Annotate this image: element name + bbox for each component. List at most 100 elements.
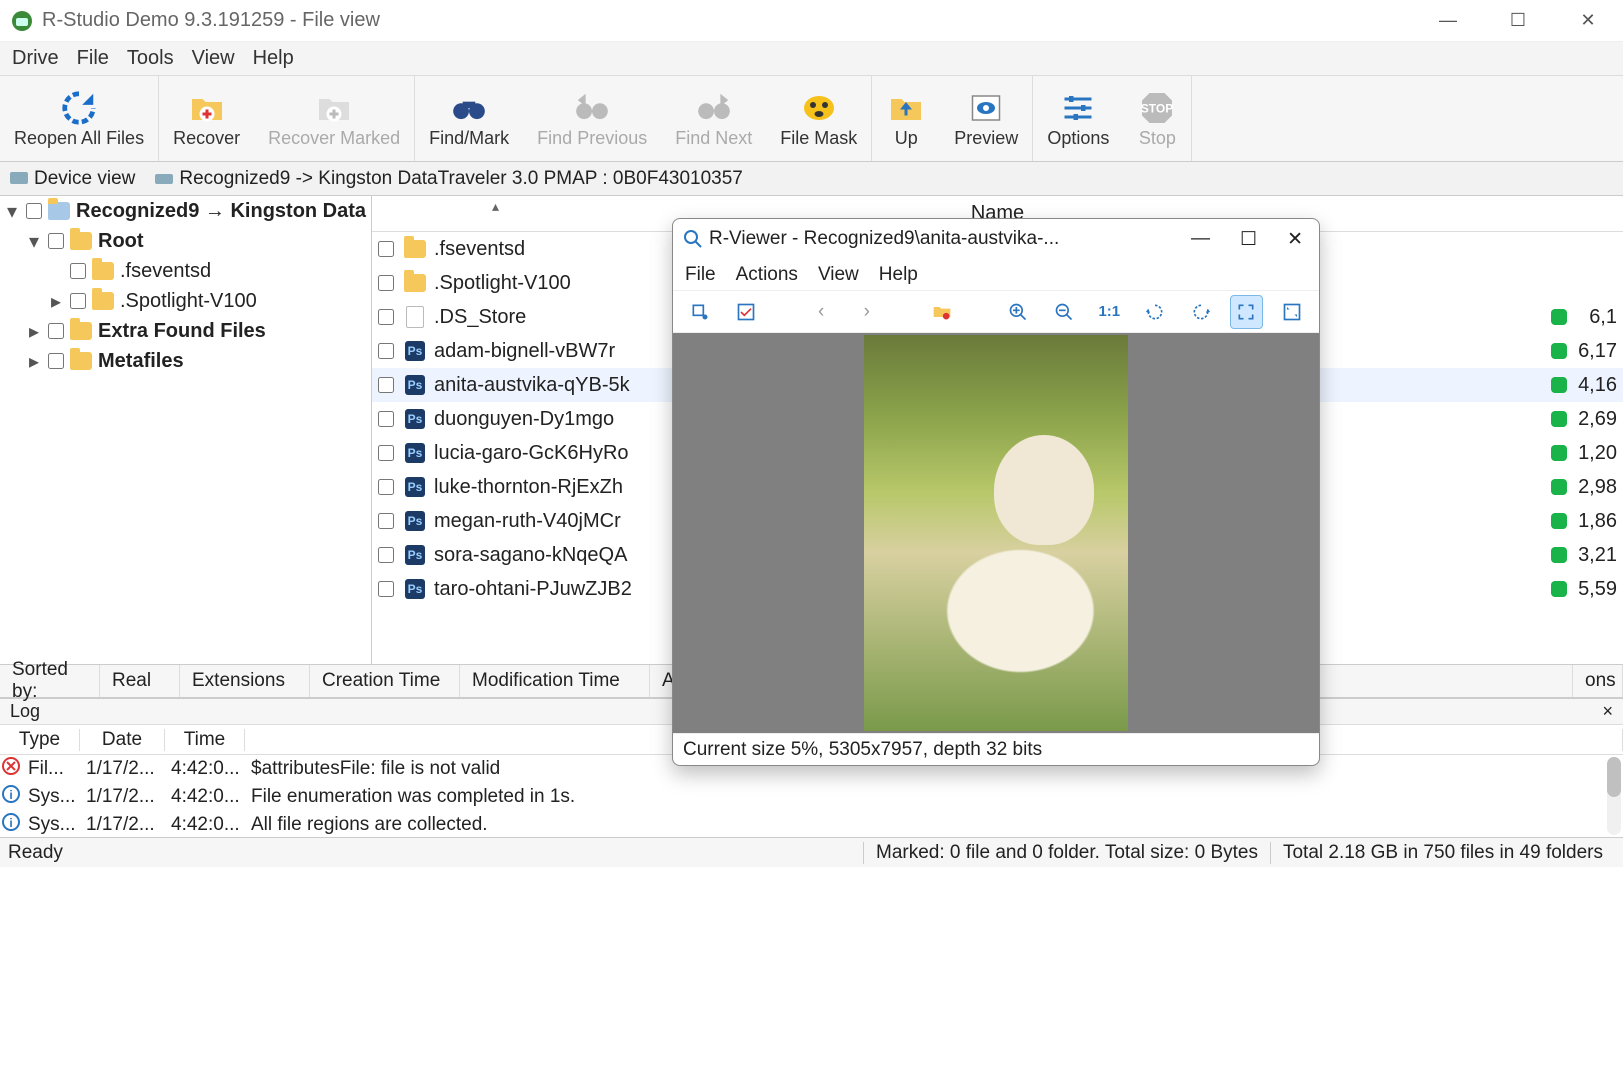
menu-help[interactable]: Help xyxy=(253,47,294,70)
maximize-button[interactable]: ☐ xyxy=(1503,10,1533,31)
file-size: 2,69 xyxy=(1573,408,1623,431)
minimize-button[interactable]: — xyxy=(1433,10,1463,31)
up-button[interactable]: Up xyxy=(872,76,940,161)
tree-checkbox[interactable] xyxy=(48,353,64,369)
reopen-button[interactable]: Reopen All Files xyxy=(0,76,158,161)
photoshop-icon: Ps xyxy=(404,408,426,430)
file-mask-button[interactable]: File Mask xyxy=(766,76,871,161)
status-dot-icon xyxy=(1551,513,1567,529)
viewer-fullscreen-button[interactable] xyxy=(1275,295,1309,329)
file-checkbox[interactable] xyxy=(378,581,394,597)
sort-creation-time[interactable]: Creation Time xyxy=(310,665,460,697)
viewer-rotate-left-button[interactable] xyxy=(1138,295,1172,329)
log-col-date[interactable]: Date xyxy=(80,729,165,751)
tree-row[interactable]: ▾Root xyxy=(0,226,371,256)
recover-marked-button[interactable]: Recover Marked xyxy=(254,76,414,161)
tree-row[interactable]: ▸ Metafiles xyxy=(0,346,371,376)
tree-checkbox[interactable] xyxy=(48,233,64,249)
find-mark-button[interactable]: Find/Mark xyxy=(415,76,523,161)
folder-icon xyxy=(92,262,114,280)
file-checkbox[interactable] xyxy=(378,445,394,461)
photoshop-icon: Ps xyxy=(404,544,426,566)
viewer-fit-button[interactable] xyxy=(1230,295,1264,329)
close-button[interactable]: ✕ xyxy=(1573,10,1603,31)
viewer-titlebar[interactable]: R-Viewer - Recognized9\anita-austvika-..… xyxy=(673,219,1319,259)
tree-checkbox[interactable] xyxy=(70,293,86,309)
viewer-menu-view[interactable]: View xyxy=(818,264,859,286)
file-checkbox[interactable] xyxy=(378,343,394,359)
file-checkbox[interactable] xyxy=(378,479,394,495)
tree-pane: ▾ Recognized9 → Kingston Data ▾Root.fseven… xyxy=(0,196,372,664)
file-checkbox[interactable] xyxy=(378,309,394,325)
log-col-type[interactable]: Type xyxy=(0,729,80,751)
log-col-time[interactable]: Time xyxy=(165,729,245,751)
sort-modification-time[interactable]: Modification Time xyxy=(460,665,650,697)
menu-drive[interactable]: Drive xyxy=(12,47,59,70)
file-checkbox[interactable] xyxy=(378,241,394,257)
sort-extensions[interactable]: Extensions xyxy=(180,665,310,697)
menu-file[interactable]: File xyxy=(77,47,109,70)
tree-checkbox[interactable] xyxy=(26,203,42,219)
binoculars-next-icon xyxy=(694,88,734,128)
viewer-menu-file[interactable]: File xyxy=(685,264,716,286)
file-size: 1,20 xyxy=(1573,442,1623,465)
menu-view[interactable]: View xyxy=(192,47,235,70)
file-checkbox[interactable] xyxy=(378,377,394,393)
expander-icon[interactable]: ▾ xyxy=(4,199,20,224)
file-checkbox[interactable] xyxy=(378,513,394,529)
tree-row[interactable]: ▸.Spotlight-V100 xyxy=(0,286,371,316)
viewer-menu-help[interactable]: Help xyxy=(879,264,918,286)
tab-device-view[interactable]: Device view xyxy=(10,168,135,190)
sort-real[interactable]: Real xyxy=(100,665,180,697)
viewer-pin-button[interactable] xyxy=(683,295,717,329)
viewer-recover-button[interactable] xyxy=(926,295,960,329)
log-row[interactable]: iSys...1/17/2...4:42:0...All file region… xyxy=(0,811,1623,837)
expander-icon[interactable]: ▸ xyxy=(48,289,64,314)
options-button[interactable]: Options xyxy=(1033,76,1123,161)
viewer-maximize-button[interactable]: ☐ xyxy=(1240,228,1257,251)
tree-label: Metafiles xyxy=(98,350,184,373)
viewer-menu-actions[interactable]: Actions xyxy=(736,264,798,286)
viewer-rotate-right-button[interactable] xyxy=(1184,295,1218,329)
tree-row[interactable]: .fseventsd xyxy=(0,256,371,286)
expander-icon[interactable]: ▸ xyxy=(26,349,42,374)
menu-tools[interactable]: Tools xyxy=(127,47,174,70)
viewer-next-button[interactable]: › xyxy=(850,295,884,329)
viewer-title: R-Viewer - Recognized9\anita-austvika-..… xyxy=(709,228,1191,250)
tree-checkbox[interactable] xyxy=(70,263,86,279)
find-next-button[interactable]: Find Next xyxy=(661,76,766,161)
viewer-window[interactable]: R-Viewer - Recognized9\anita-austvika-..… xyxy=(672,218,1320,766)
expander-icon[interactable]: ▾ xyxy=(26,229,42,254)
find-previous-button[interactable]: Find Previous xyxy=(523,76,661,161)
log-date: 1/17/2... xyxy=(80,814,165,836)
file-checkbox[interactable] xyxy=(378,547,394,563)
viewer-check-button[interactable] xyxy=(729,295,763,329)
viewer-canvas[interactable] xyxy=(673,333,1319,733)
file-checkbox[interactable] xyxy=(378,411,394,427)
tab-recognized[interactable]: Recognized9 -> Kingston DataTraveler 3.0… xyxy=(155,168,742,190)
preview-button[interactable]: Preview xyxy=(940,76,1032,161)
viewer-zoom-out-button[interactable] xyxy=(1047,295,1081,329)
tree-checkbox[interactable] xyxy=(48,323,64,339)
folder-icon xyxy=(404,238,426,260)
viewer-prev-button[interactable]: ‹ xyxy=(804,295,838,329)
viewer-zoom-in-button[interactable] xyxy=(1001,295,1035,329)
file-checkbox[interactable] xyxy=(378,275,394,291)
file-size: 3,21 xyxy=(1573,544,1623,567)
tree-label: Recognized9 → Kingston Data xyxy=(76,200,366,223)
binoculars-prev-icon xyxy=(572,88,612,128)
log-scrollbar[interactable] xyxy=(1607,757,1621,835)
log-close-button[interactable]: × xyxy=(1602,701,1613,722)
svg-text:i: i xyxy=(9,816,12,830)
viewer-minimize-button[interactable]: — xyxy=(1191,228,1210,251)
sort-ons[interactable]: ons xyxy=(1573,665,1623,697)
log-row[interactable]: iSys...1/17/2...4:42:0...File enumeratio… xyxy=(0,783,1623,811)
stop-button[interactable]: STOP Stop xyxy=(1123,76,1191,161)
tree-row[interactable]: ▾ Recognized9 → Kingston Data xyxy=(0,196,371,226)
viewer-zoom-actual-button[interactable]: 1:1 xyxy=(1092,295,1126,329)
recover-button[interactable]: Recover xyxy=(159,76,254,161)
viewer-toolbar: ‹ › 1:1 xyxy=(673,291,1319,333)
expander-icon[interactable]: ▸ xyxy=(26,319,42,344)
tree-row[interactable]: ▸Extra Found Files xyxy=(0,316,371,346)
viewer-close-button[interactable]: ✕ xyxy=(1287,228,1303,251)
